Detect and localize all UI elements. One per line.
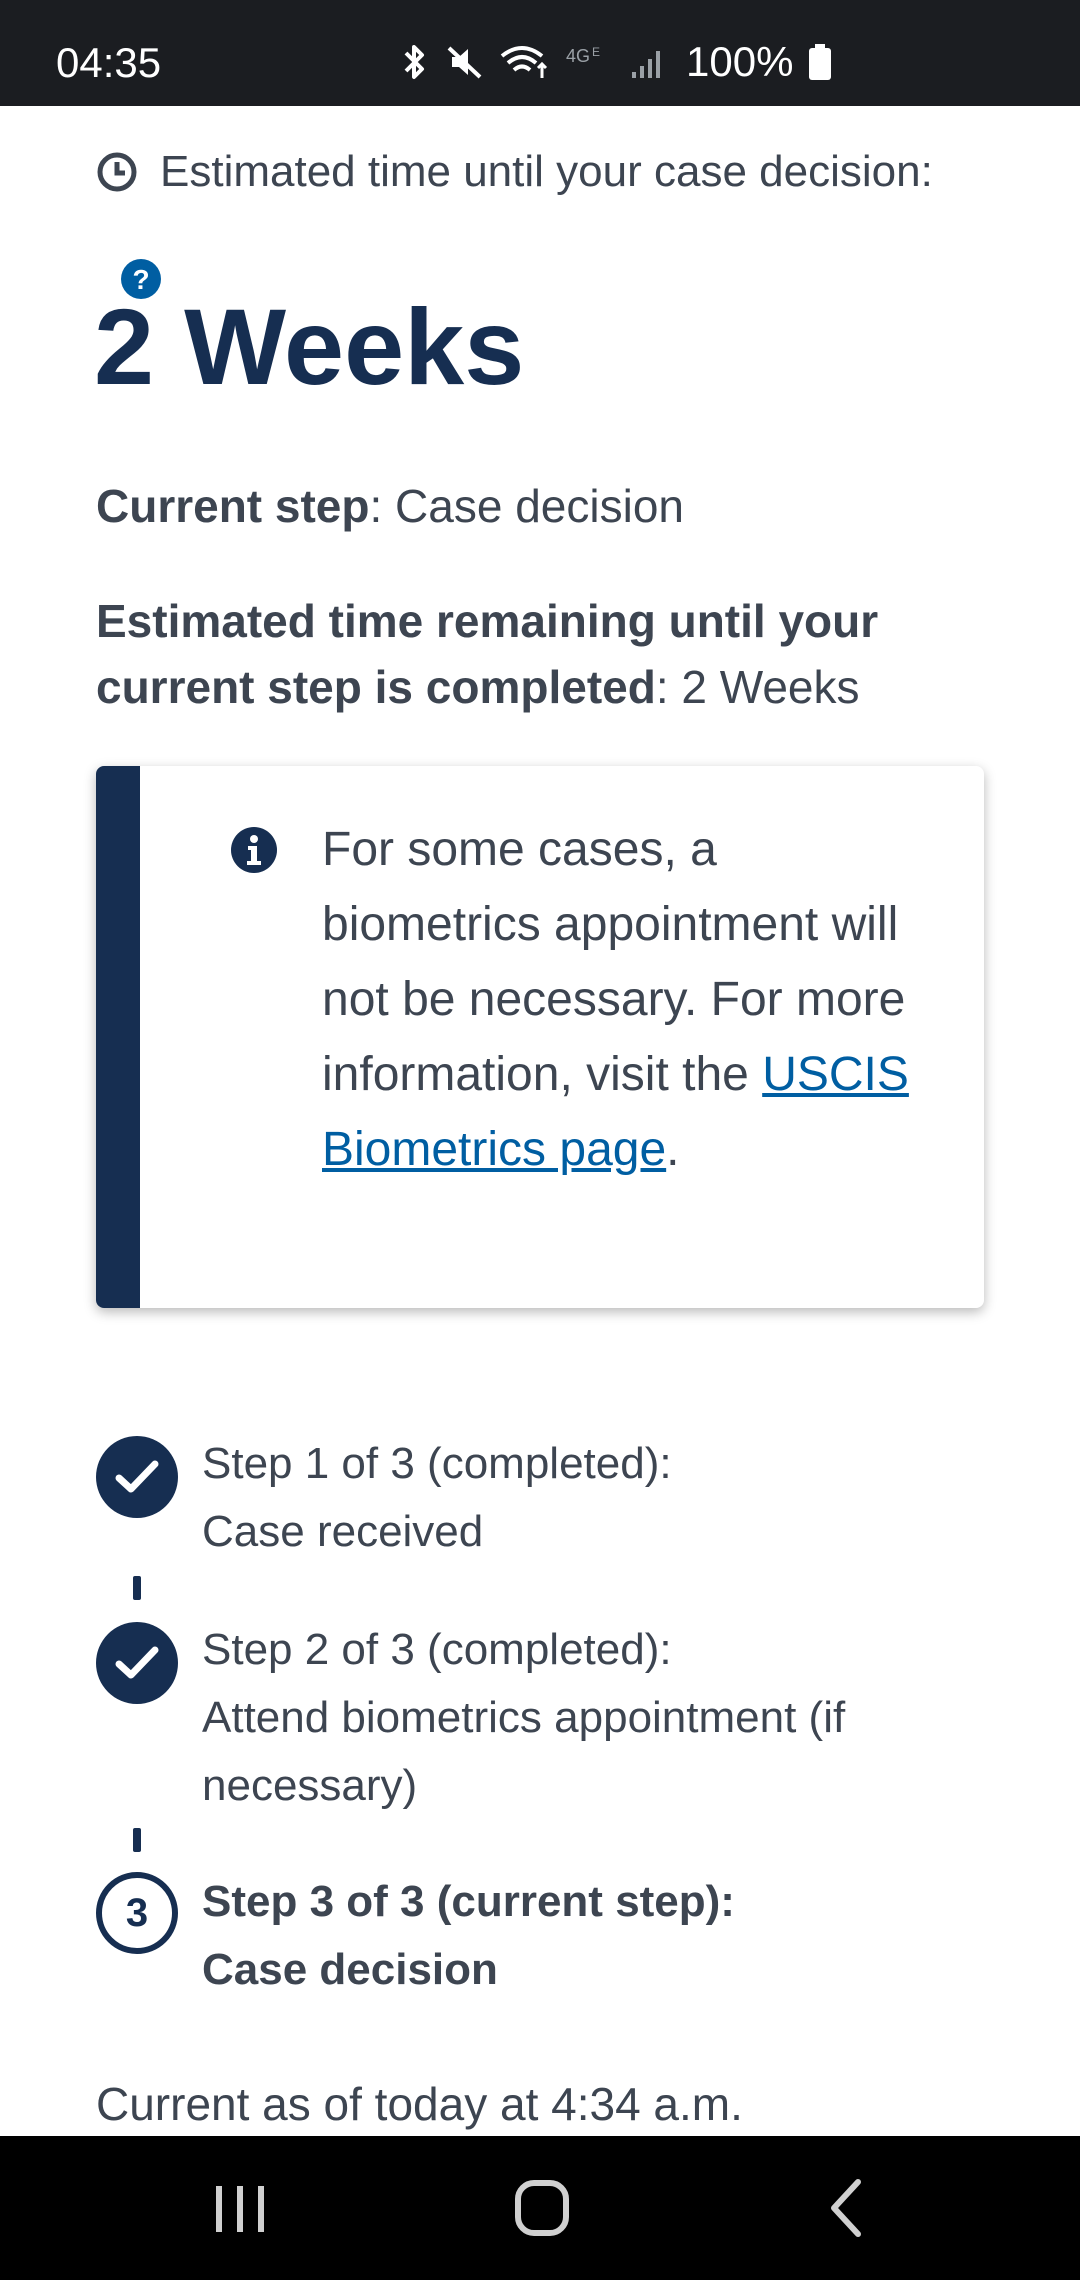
case-status-content: Estimated time until your case decision:…: [0, 106, 1080, 2136]
mute-icon: [447, 46, 482, 79]
biometrics-info-alert: For some cases, a biometrics appointment…: [96, 766, 984, 1308]
step-2-check-icon: [96, 1622, 178, 1704]
status-icons: 4G E 100%: [400, 34, 833, 90]
alert-accent-bar: [96, 766, 140, 1308]
step-2-title: Step 2 of 3 (completed):: [202, 1625, 672, 1674]
step-3-number-icon: 3: [96, 1872, 178, 1954]
status-time: 04:35: [56, 39, 162, 86]
step-connector: [133, 1828, 141, 1852]
alert-text-end: .: [666, 1123, 680, 1176]
time-remaining-value: : 2 Weeks: [655, 661, 860, 713]
step-1-check-icon: [96, 1436, 178, 1518]
step-3-title: Step 3 of 3 (current step):: [202, 1877, 735, 1926]
alert-text: For some cases, a biometrics appointment…: [322, 812, 922, 1187]
back-icon[interactable]: [796, 2172, 896, 2244]
current-step-label: Current step: [96, 480, 370, 532]
current-step-line: Current step: Case decision: [96, 476, 684, 536]
current-step-value: : Case decision: [369, 480, 684, 532]
recent-apps-icon[interactable]: [190, 2172, 290, 2244]
last-updated-text: Current as of today at 4:34 a.m.: [96, 2078, 743, 2130]
info-icon: [231, 827, 277, 873]
battery-icon: [809, 44, 832, 80]
clock-icon: [97, 152, 137, 192]
case-progress-steps: Step 1 of 3 (completed): Case received S…: [96, 1416, 996, 2036]
step-1-title: Step 1 of 3 (completed):: [202, 1439, 672, 1488]
4g-icon: 4G E: [566, 45, 600, 66]
step-3-description: Case decision: [202, 1945, 498, 1994]
svg-text:E: E: [592, 45, 600, 59]
home-icon[interactable]: [492, 2172, 592, 2244]
wifi-icon: [500, 46, 548, 78]
step-connector: [133, 1576, 141, 1600]
estimated-time-label: Estimated time until your case decision:: [160, 147, 933, 196]
navigation-bar: [0, 2136, 1080, 2280]
svg-text:4G: 4G: [566, 46, 590, 66]
step-2-description: Attend biometrics appointment (if necess…: [202, 1693, 846, 1810]
signal-icon: [632, 51, 660, 78]
battery-percentage: 100%: [686, 38, 794, 85]
estimate-value: 2 Weeks: [94, 286, 525, 407]
time-remaining-line: Estimated time remaining until your curr…: [96, 588, 996, 720]
bluetooth-icon: [404, 45, 424, 79]
status-bar: 04:35 4G E 100%: [0, 0, 1080, 106]
estimated-time-row: Estimated time until your case decision:: [96, 144, 933, 200]
step-1-description: Case received: [202, 1507, 484, 1556]
